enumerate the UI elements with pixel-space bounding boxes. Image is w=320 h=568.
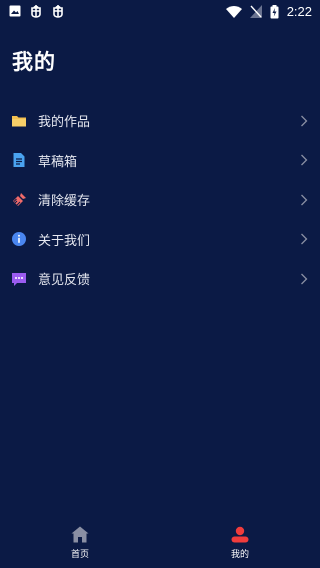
home-icon <box>71 526 89 543</box>
menu-item-drafts[interactable]: 草稿箱 <box>0 141 320 181</box>
bug-icon <box>53 5 63 18</box>
info-icon <box>12 232 26 247</box>
chevron-right-icon <box>301 194 308 206</box>
menu-item-label: 我的作品 <box>38 115 91 131</box>
image-icon <box>9 5 21 17</box>
status-bar: 2:22 <box>0 0 320 24</box>
wifi-icon <box>225 6 242 18</box>
bottom-tab-bar: 首页 我的 <box>0 518 320 568</box>
broom-icon <box>13 192 26 206</box>
menu-item-label: 意见反馈 <box>38 273 91 289</box>
menu-list: 我的作品 草稿箱 清除缓存 关于我们 意见反馈 <box>0 101 320 299</box>
tab-mine[interactable]: 我的 <box>200 526 280 566</box>
chevron-right-icon <box>301 233 308 245</box>
menu-item-clear-cache[interactable]: 清除缓存 <box>0 180 320 220</box>
menu-item-label: 清除缓存 <box>38 194 91 210</box>
status-time: 2:22 <box>286 4 312 19</box>
chevron-right-icon <box>301 154 308 166</box>
tab-home[interactable]: 首页 <box>40 526 120 566</box>
menu-item-label: 草稿箱 <box>38 154 78 170</box>
tab-label: 我的 <box>230 550 249 560</box>
document-icon <box>13 153 25 168</box>
page-title: 我的 <box>12 50 56 74</box>
status-right: 2:22 <box>225 4 312 19</box>
feedback-icon <box>12 272 26 286</box>
chevron-right-icon <box>301 115 308 127</box>
menu-item-my-works[interactable]: 我的作品 <box>0 101 320 141</box>
menu-item-about-us[interactable]: 关于我们 <box>0 220 320 260</box>
status-left <box>9 4 65 18</box>
no-signal-icon <box>249 5 262 18</box>
bug-icon <box>31 5 41 18</box>
screen: 2:22 我的 我的作品 草稿箱 清除缓存 关于我们 意见反馈 首页 我的 <box>0 0 320 568</box>
tab-label: 首页 <box>70 550 89 560</box>
chevron-right-icon <box>301 273 308 285</box>
menu-item-feedback[interactable]: 意见反馈 <box>0 259 320 299</box>
folder-icon <box>12 115 26 127</box>
profile-icon <box>231 526 249 543</box>
menu-item-label: 关于我们 <box>38 233 91 249</box>
battery-charging-icon <box>270 4 279 18</box>
